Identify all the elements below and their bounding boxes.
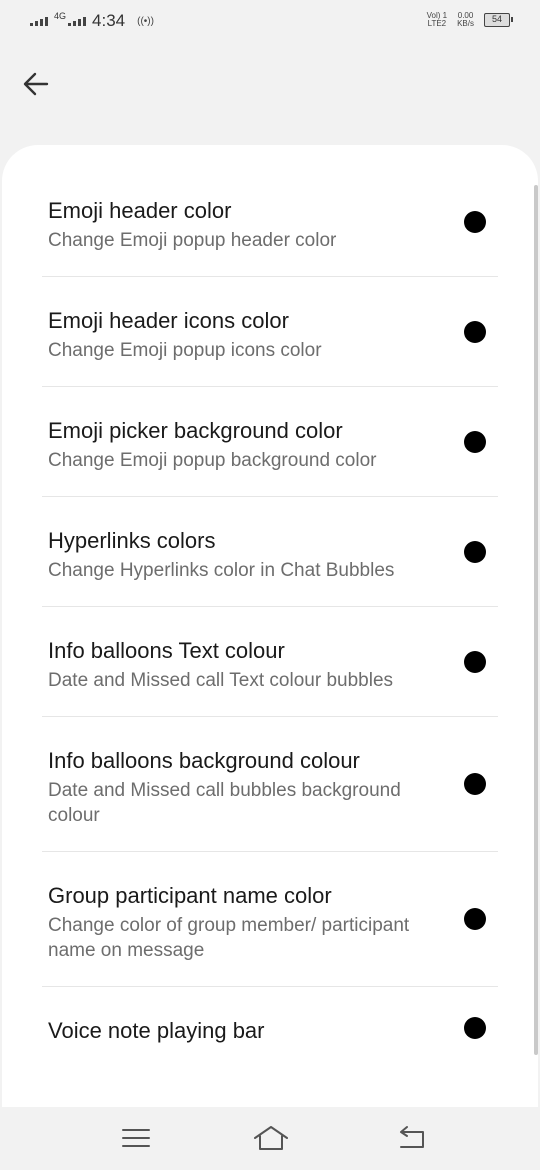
speed-unit: KB/s: [457, 19, 474, 28]
settings-item[interactable]: Emoji picker background color Change Emoj…: [42, 387, 498, 497]
color-preview-dot[interactable]: [464, 540, 486, 563]
setting-title: Info balloons background colour: [48, 748, 360, 773]
lte-label: LTE2: [427, 19, 447, 28]
menu-icon: [122, 1129, 150, 1147]
setting-subtitle: Date and Missed call bubbles background …: [48, 780, 401, 826]
settings-item[interactable]: Voice note playing bar: [42, 987, 498, 1068]
return-button[interactable]: [396, 1123, 428, 1153]
settings-item[interactable]: Group participant name color Change color…: [42, 852, 498, 987]
signal-2-icon: [68, 16, 87, 26]
settings-item[interactable]: Info balloons Text colour Date and Missed…: [42, 607, 498, 717]
back-button[interactable]: [22, 70, 50, 98]
clock: 4:34: [92, 11, 126, 30]
setting-subtitle: Date and Missed call Text colour bubbles: [48, 670, 394, 691]
status-bar: 4G 4:34 ((•)) Vol) 1 LTE2 0.00 KB/s 54: [0, 0, 540, 42]
battery-icon: 54: [484, 13, 513, 27]
color-preview-dot[interactable]: [464, 430, 486, 453]
settings-item[interactable]: Info balloons background colour Date and …: [42, 717, 498, 852]
color-preview-dot[interactable]: [464, 908, 486, 930]
settings-item[interactable]: Hyperlinks colors Change Hyperlinks color…: [42, 497, 498, 607]
settings-item[interactable]: Emoji header color Change Emoji popup hea…: [42, 167, 498, 277]
color-preview-dot[interactable]: [464, 1016, 486, 1039]
color-preview-dot[interactable]: [464, 210, 486, 233]
setting-subtitle: Change Emoji popup icons color: [48, 340, 322, 361]
setting-title: Group participant name color: [48, 883, 332, 908]
setting-subtitle: Change Emoji popup background color: [48, 450, 377, 471]
setting-title: Info balloons Text colour: [48, 638, 285, 663]
return-icon: [400, 1126, 424, 1148]
setting-title: Hyperlinks colors: [48, 528, 216, 553]
network-speed: 0.00 KB/s: [457, 12, 474, 28]
settings-list: Emoji header color Change Emoji popup hea…: [42, 167, 498, 1068]
setting-subtitle: Change Emoji popup header color: [48, 230, 337, 251]
signal-1-icon: [30, 16, 48, 26]
home-button[interactable]: [253, 1123, 288, 1153]
volte-indicator: Vol) 1 LTE2: [427, 12, 447, 28]
hotspot-icon: ((•)): [137, 15, 154, 27]
setting-title: Emoji header icons color: [48, 308, 289, 333]
arrow-left-icon: [23, 72, 49, 96]
color-preview-dot[interactable]: [464, 773, 486, 795]
home-icon: [254, 1126, 288, 1150]
status-left: 4G 4:34 ((•)): [30, 11, 154, 31]
settings-card: Emoji header color Change Emoji popup hea…: [2, 145, 538, 1107]
setting-title: Emoji header color: [48, 198, 232, 223]
setting-subtitle: Change color of group member/ participan…: [48, 915, 410, 961]
color-preview-dot[interactable]: [464, 320, 486, 343]
color-preview-dot[interactable]: [464, 650, 486, 673]
setting-subtitle: Change Hyperlinks color in Chat Bubbles: [48, 560, 395, 581]
setting-title: Emoji picker background color: [48, 418, 343, 443]
menu-button[interactable]: [120, 1123, 152, 1153]
navigation-bar: [0, 1107, 540, 1170]
settings-item[interactable]: Emoji header icons color Change Emoji pop…: [42, 277, 498, 387]
setting-title: Voice note playing bar: [48, 1018, 265, 1043]
network-type: 4G: [54, 10, 67, 21]
scrollbar[interactable]: [534, 185, 538, 1055]
status-right: Vol) 1 LTE2 0.00 KB/s 54: [427, 12, 513, 28]
